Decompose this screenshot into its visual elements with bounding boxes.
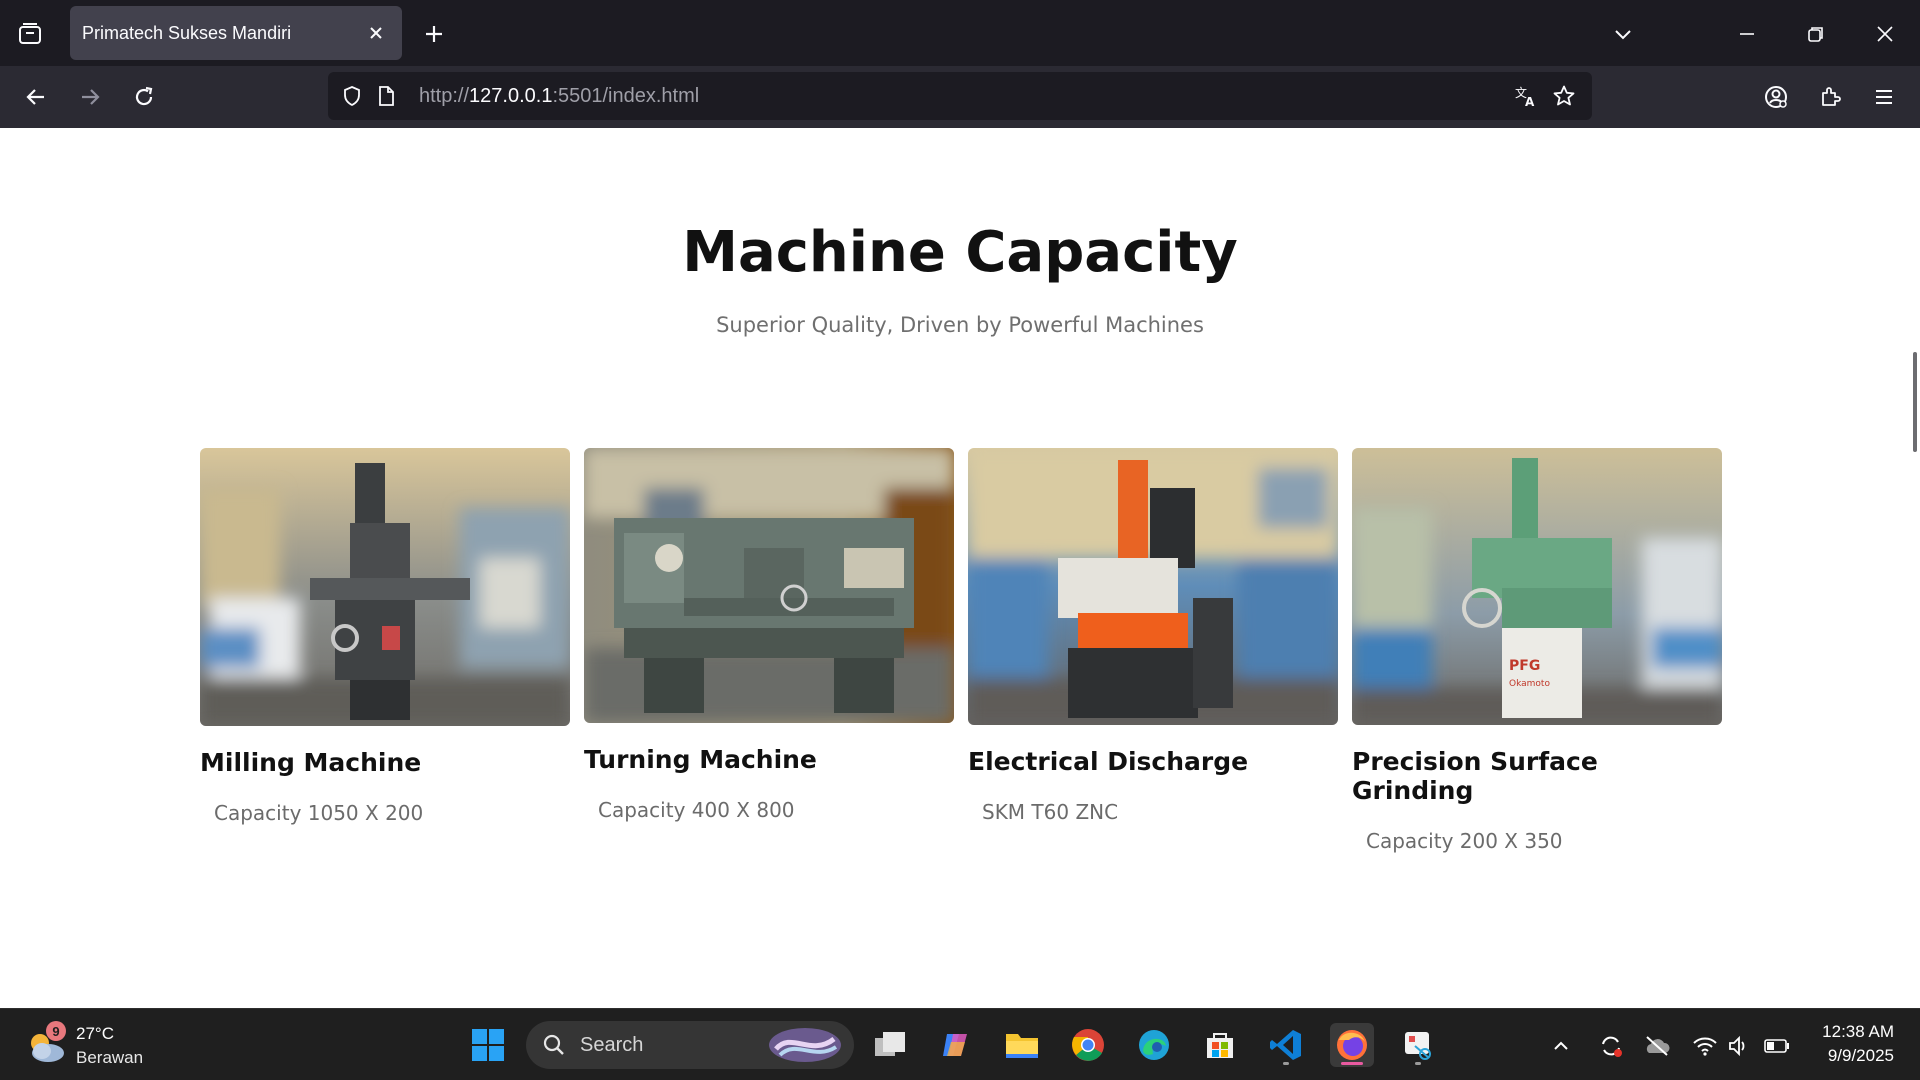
onedrive-offline-icon[interactable] bbox=[1642, 1031, 1672, 1061]
tracking-protection-shield-icon[interactable] bbox=[338, 82, 366, 110]
running-indicator bbox=[1415, 1062, 1421, 1065]
notification-badge: 9 bbox=[46, 1021, 66, 1041]
milling-machine-photo bbox=[200, 448, 570, 726]
edge-icon[interactable] bbox=[1132, 1023, 1176, 1067]
precision-surface-grinding-machine-photo: PFG Okamoto bbox=[1352, 448, 1722, 725]
machine-card: Electrical Discharge SKM T60 ZNC bbox=[968, 448, 1338, 824]
url-path: :5501/index.html bbox=[552, 85, 700, 107]
search-label: Search bbox=[580, 1034, 644, 1056]
svg-text:Okamoto: Okamoto bbox=[1509, 679, 1550, 689]
card-title: Electrical Discharge bbox=[968, 747, 1249, 776]
taskbar-search-box[interactable]: Search bbox=[526, 1021, 854, 1069]
tab-bar: Primatech Sukses Mandiri bbox=[0, 0, 1920, 66]
wifi-icon[interactable] bbox=[1690, 1031, 1720, 1061]
minimize-icon[interactable] bbox=[1729, 16, 1765, 52]
url-host: 127.0.0.1 bbox=[469, 85, 553, 107]
new-tab-icon[interactable] bbox=[418, 18, 450, 50]
weather-widget[interactable]: 9 27°C Berawan bbox=[24, 1021, 164, 1069]
bookmark-star-icon[interactable] bbox=[1550, 82, 1578, 110]
address-bar[interactable]: http://127.0.0.1:5501/index.html 文A bbox=[328, 72, 1592, 120]
firefox-icon[interactable] bbox=[1330, 1023, 1374, 1067]
sync-icon[interactable] bbox=[1596, 1031, 1626, 1061]
card-title: Precision Surface Grinding bbox=[1352, 747, 1598, 805]
card-description: Capacity 400 X 800 bbox=[598, 798, 795, 822]
card-title: Milling Machine bbox=[200, 748, 422, 777]
list-all-tabs-chevron-icon[interactable] bbox=[1605, 16, 1641, 52]
card-description: SKM T60 ZNC bbox=[982, 800, 1119, 824]
running-indicator bbox=[1283, 1062, 1289, 1065]
url-scheme: http:// bbox=[419, 85, 470, 107]
clock-time: 12:38 AM bbox=[1822, 1022, 1894, 1041]
show-hidden-icons-chevron-icon[interactable] bbox=[1546, 1031, 1576, 1061]
weather-temperature: 27°C bbox=[76, 1024, 114, 1043]
page-scrollbar[interactable] bbox=[1913, 352, 1917, 452]
card-description: Capacity 200 X 350 bbox=[1366, 829, 1563, 853]
active-indicator bbox=[1341, 1062, 1363, 1065]
snipping-tool-icon[interactable] bbox=[1396, 1023, 1440, 1067]
windows-taskbar: 9 27°C Berawan Search 12:38 AM 9/9/2025 bbox=[0, 1008, 1920, 1080]
back-icon[interactable] bbox=[18, 79, 54, 115]
tab-title: Primatech Sukses Mandiri bbox=[82, 23, 292, 43]
tab-list-icon[interactable] bbox=[14, 18, 46, 50]
search-highlight-icon bbox=[769, 1028, 841, 1062]
volume-icon[interactable] bbox=[1724, 1031, 1754, 1061]
search-icon bbox=[543, 1034, 564, 1055]
start-windows-icon[interactable] bbox=[466, 1023, 510, 1067]
reload-icon[interactable] bbox=[126, 79, 162, 115]
svg-text:PFG: PFG bbox=[1509, 658, 1540, 674]
page-info-icon[interactable] bbox=[372, 82, 400, 110]
machine-card: PFG Okamoto Precision Surface Grinding C… bbox=[1352, 448, 1722, 853]
close-window-icon[interactable] bbox=[1867, 16, 1903, 52]
section-title: Machine Capacity bbox=[682, 220, 1238, 285]
account-icon[interactable] bbox=[1758, 79, 1794, 115]
clock-date: 9/9/2025 bbox=[1827, 1046, 1894, 1065]
translate-icon[interactable]: 文A bbox=[1512, 82, 1540, 110]
copilot-icon[interactable] bbox=[934, 1023, 978, 1067]
file-explorer-icon[interactable] bbox=[1000, 1023, 1044, 1067]
turning-machine-photo bbox=[584, 448, 954, 723]
system-clock[interactable]: 12:38 AM 9/9/2025 bbox=[1822, 1020, 1894, 1068]
chrome-icon[interactable] bbox=[1066, 1023, 1110, 1067]
microsoft-store-icon[interactable] bbox=[1198, 1023, 1242, 1067]
extensions-icon[interactable] bbox=[1812, 79, 1848, 115]
machine-card: Milling Machine Capacity 1050 X 200 bbox=[200, 448, 570, 825]
menu-hamburger-icon[interactable] bbox=[1866, 79, 1902, 115]
card-description: Capacity 1050 X 200 bbox=[214, 801, 424, 825]
task-view-icon[interactable] bbox=[868, 1023, 912, 1067]
url-text[interactable]: http://127.0.0.1:5501/index.html bbox=[419, 85, 699, 108]
weather-description: Berawan bbox=[76, 1048, 144, 1067]
active-tab[interactable]: Primatech Sukses Mandiri bbox=[70, 6, 402, 60]
close-tab-icon[interactable] bbox=[362, 19, 390, 47]
web-page: Machine Capacity Superior Quality, Drive… bbox=[0, 128, 1920, 1008]
card-title: Turning Machine bbox=[584, 745, 817, 774]
section-subtitle: Superior Quality, Driven by Powerful Mac… bbox=[716, 313, 1204, 337]
electrical-discharge-machine-photo bbox=[968, 448, 1338, 725]
restore-icon[interactable] bbox=[1798, 16, 1834, 52]
svg-text:A: A bbox=[1525, 95, 1535, 108]
navigation-toolbar: http://127.0.0.1:5501/index.html 文A bbox=[0, 66, 1920, 128]
forward-icon[interactable] bbox=[72, 79, 108, 115]
vscode-icon[interactable] bbox=[1264, 1023, 1308, 1067]
battery-icon[interactable] bbox=[1762, 1031, 1792, 1061]
machine-card: Turning Machine Capacity 400 X 800 bbox=[584, 448, 954, 822]
